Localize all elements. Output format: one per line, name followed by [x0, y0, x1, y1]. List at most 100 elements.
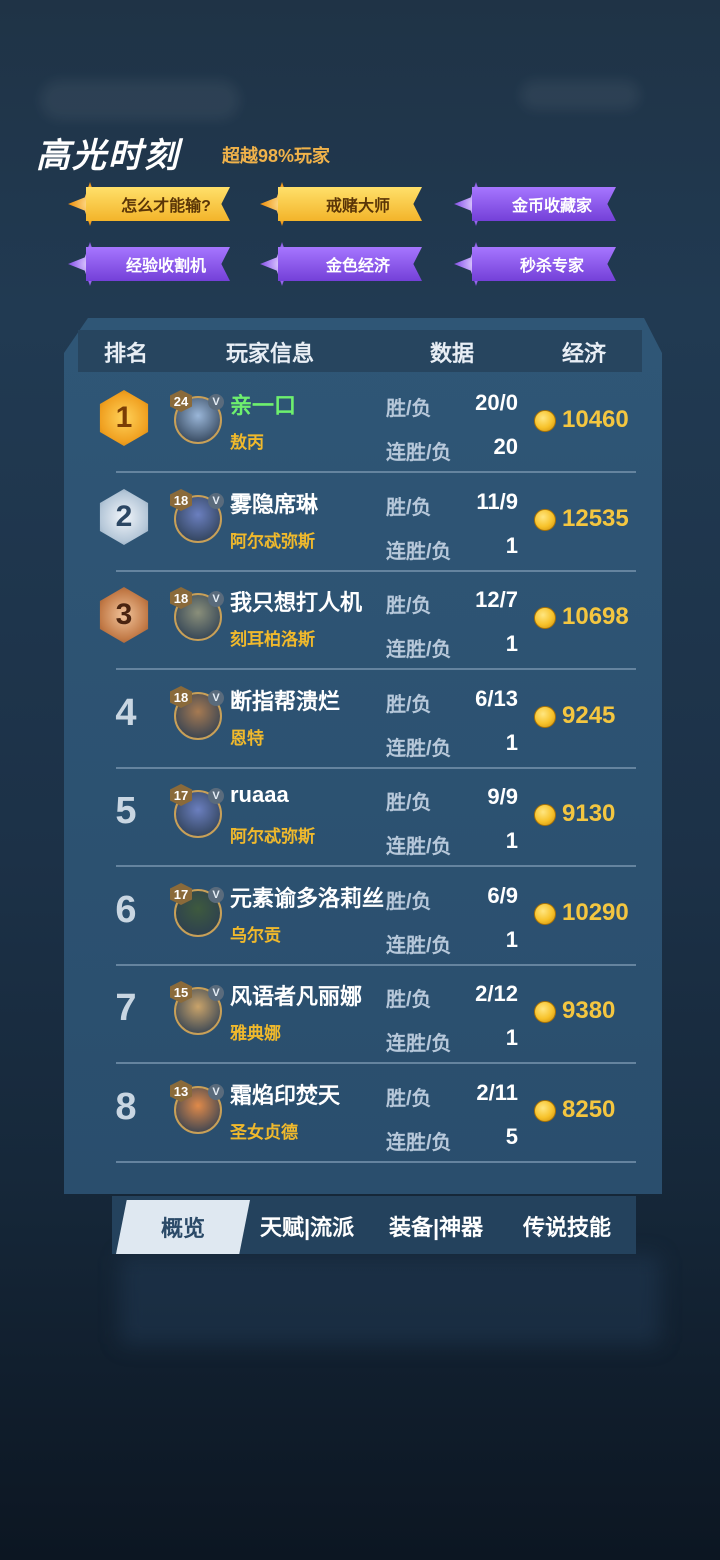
- streak-value: 20: [493, 434, 518, 459]
- gold-amount: 10460: [562, 406, 629, 433]
- player-row[interactable]: [78, 1064, 642, 1162]
- player-name: 雾隐席琳: [230, 492, 319, 517]
- header-rank: 排名: [104, 341, 149, 366]
- highlight-subtitle: 超越98%玩家: [222, 146, 331, 166]
- table-header: [78, 330, 642, 372]
- player-name: 断指帮溃烂: [230, 689, 341, 714]
- win-loss-label: 胜/负: [386, 595, 432, 617]
- verified-icon: V: [208, 887, 224, 903]
- badge-label: 金色经济: [278, 247, 422, 281]
- verified-icon: V: [208, 788, 224, 804]
- streak-value: 1: [505, 1025, 518, 1050]
- achievement-badge[interactable]: 戒赌大师: [258, 182, 422, 226]
- verified-icon: V: [208, 493, 224, 509]
- gold-amount: 9245: [562, 702, 616, 729]
- player-row[interactable]: [78, 374, 642, 472]
- gold-coin-icon: [534, 410, 556, 432]
- player-name: 霜焰印焚天: [230, 1083, 341, 1108]
- badge-label: 怎么才能输?: [86, 187, 230, 221]
- player-name: 我只想打人机: [230, 590, 363, 615]
- gold-coin-icon: [534, 509, 556, 531]
- blurred-background-content: [120, 1255, 660, 1345]
- gold-amount: 8250: [562, 1096, 616, 1123]
- gold-amount: 10698: [562, 603, 629, 630]
- tab-overview[interactable]: 概览: [116, 1200, 250, 1254]
- badge-label: 金币收藏家: [472, 187, 616, 221]
- player-row[interactable]: [78, 473, 642, 571]
- rank-number: 6: [115, 889, 137, 931]
- hero-name: 刻耳柏洛斯: [230, 630, 315, 649]
- header-player-info: 玩家信息: [226, 341, 315, 366]
- win-loss-label: 胜/负: [386, 792, 432, 814]
- streak-value: 1: [505, 828, 518, 853]
- achievement-badge[interactable]: 怎么才能输?: [66, 182, 230, 226]
- achievement-badge[interactable]: 经验收割机: [66, 242, 230, 286]
- rank-number: 4: [115, 692, 137, 734]
- gold-coin-icon: [534, 1100, 556, 1122]
- verified-icon: V: [208, 591, 224, 607]
- hero-name: 乌尔贡: [230, 926, 281, 945]
- gold-coin-icon: [534, 903, 556, 925]
- hero-name: 阿尔忒弥斯: [230, 827, 315, 846]
- hero-name: 敖丙: [230, 433, 264, 452]
- verified-icon: V: [208, 690, 224, 706]
- win-loss-label: 胜/负: [386, 1088, 432, 1110]
- win-loss-label: 胜/负: [386, 497, 432, 519]
- badge-label: 秒杀专家: [472, 247, 616, 281]
- verified-icon: V: [208, 985, 224, 1001]
- win-loss-value: 2/11: [476, 1080, 518, 1105]
- achievement-badge[interactable]: 秒杀专家: [452, 242, 616, 286]
- highlight-title: 高光时刻: [36, 137, 180, 175]
- win-loss-value: 2/12: [475, 981, 518, 1006]
- win-loss-label: 胜/负: [386, 891, 432, 913]
- header-economy: 经济: [562, 341, 607, 366]
- gold-amount: 12535: [562, 505, 629, 532]
- tab-talent-build[interactable]: 天赋|流派: [260, 1210, 354, 1242]
- streak-value: 1: [505, 730, 518, 755]
- win-loss-value: 12/7: [475, 587, 518, 612]
- tab-equipment-artifact[interactable]: 装备|神器: [389, 1210, 483, 1242]
- gold-coin-icon: [534, 804, 556, 826]
- badge-label: 经验收割机: [86, 247, 230, 281]
- player-name: 风语者凡丽娜: [230, 984, 363, 1009]
- blurred-header-right: [520, 80, 640, 110]
- win-loss-label: 胜/负: [386, 398, 432, 420]
- streak-value: 1: [505, 631, 518, 656]
- streak-value: 1: [505, 927, 518, 952]
- gold-amount: 9380: [562, 997, 616, 1024]
- win-loss-label: 胜/负: [386, 989, 432, 1011]
- blurred-header-left: [40, 80, 240, 120]
- verified-icon: V: [208, 1084, 224, 1100]
- hero-name: 圣女贞德: [230, 1123, 298, 1142]
- verified-icon: V: [208, 394, 224, 410]
- header-data: 数据: [430, 341, 475, 366]
- streak-value: 5: [505, 1124, 518, 1149]
- player-row[interactable]: [78, 670, 642, 768]
- win-loss-label: 胜/负: [386, 694, 432, 716]
- win-loss-value: 6/13: [475, 686, 518, 711]
- win-loss-value: 9/9: [487, 784, 518, 809]
- gold-amount: 10290: [562, 899, 629, 926]
- gold-coin-icon: [534, 1001, 556, 1023]
- hero-name: 雅典娜: [230, 1024, 281, 1043]
- row-divider: [116, 1161, 636, 1163]
- rank-number: 5: [115, 790, 137, 832]
- badge-label: 戒赌大师: [278, 187, 422, 221]
- player-row[interactable]: [78, 768, 642, 866]
- streak-value: 1: [505, 533, 518, 558]
- achievement-badge[interactable]: 金币收藏家: [452, 182, 616, 226]
- win-loss-value: 11/9: [476, 489, 518, 514]
- win-loss-value: 20/0: [475, 390, 518, 415]
- rank-number: 7: [115, 987, 137, 1029]
- tab-legendary-skills[interactable]: 传说技能: [523, 1210, 611, 1242]
- achievement-badge[interactable]: 金色经济: [258, 242, 422, 286]
- hero-name: 阿尔忒弥斯: [230, 532, 315, 551]
- player-name: 元素谕多洛莉丝: [230, 886, 385, 911]
- player-name: ruaaa: [230, 782, 289, 807]
- player-name: 亲一口: [230, 393, 297, 418]
- gold-coin-icon: [534, 706, 556, 728]
- win-loss-value: 6/9: [487, 883, 518, 908]
- rank-number: 8: [115, 1086, 137, 1128]
- gold-amount: 9130: [562, 800, 616, 827]
- hero-name: 恩特: [230, 729, 264, 748]
